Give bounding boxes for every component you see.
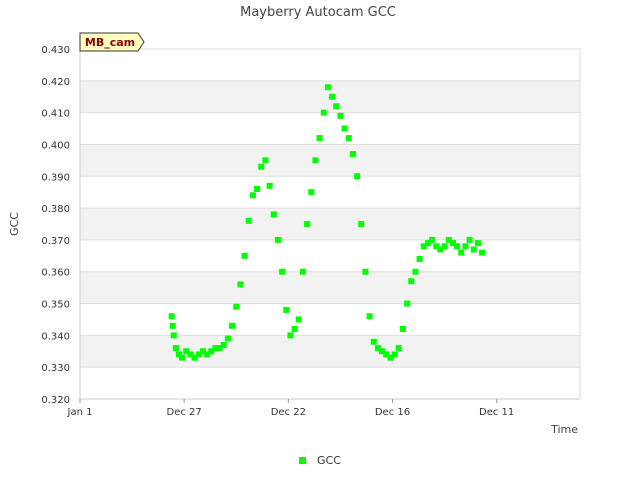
- gcc-point: [168, 313, 175, 320]
- gcc-point: [266, 182, 273, 189]
- gcc-point: [170, 332, 177, 339]
- legend-label: GCC: [317, 454, 341, 467]
- gcc-point: [416, 256, 423, 262]
- camera-badge: MB_cam: [79, 32, 145, 52]
- gcc-point: [229, 322, 236, 329]
- gcc-point: [404, 300, 411, 307]
- gcc-point: [391, 351, 398, 358]
- y-tick-label: 0.410: [41, 109, 70, 120]
- gcc-point: [316, 135, 323, 142]
- y-tick-labels: 0.320 0.330 0.340 0.350 0.360 0.370 0.380 0.390…: [41, 45, 70, 406]
- gcc-point: [295, 316, 302, 323]
- x-tick-label: Dec 27: [167, 407, 202, 418]
- x-tick-label: Dec 16: [375, 407, 410, 418]
- gcc-point: [349, 151, 356, 157]
- legend-marker: [299, 457, 306, 464]
- gcc-point: [320, 109, 327, 116]
- gcc-point: [270, 211, 277, 218]
- gcc-point: [329, 93, 336, 100]
- gcc-point: [308, 189, 315, 196]
- gcc-point: [354, 173, 361, 180]
- grid-band: [80, 208, 580, 240]
- gcc-point: [366, 313, 373, 320]
- gcc-point: [362, 268, 369, 275]
- chart-title: Mayberry Autocam GCC: [240, 5, 396, 20]
- gcc-point: [345, 135, 352, 142]
- gcc-point: [462, 243, 469, 250]
- y-tick-label: 0.430: [41, 45, 70, 56]
- gcc-point: [172, 345, 179, 352]
- y-tick-label: 0.350: [41, 300, 70, 311]
- grid-band: [80, 144, 580, 177]
- gcc-point: [258, 163, 265, 170]
- gcc-point: [274, 236, 281, 243]
- gcc-point: [224, 335, 231, 342]
- chart-container: Mayberry Autocam GCC 0.320 0.330 0.340 0.35…: [0, 0, 640, 480]
- gcc-point: [312, 157, 319, 164]
- gcc-point: [429, 236, 436, 243]
- gcc-point: [262, 157, 269, 164]
- y-tick-label: 0.340: [41, 331, 70, 342]
- gcc-point: [441, 243, 448, 250]
- gcc-point: [341, 125, 348, 132]
- gcc-point: [291, 326, 298, 332]
- camera-badge-label: MB_cam: [85, 36, 135, 49]
- gcc-point: [169, 322, 176, 329]
- gcc-point: [479, 249, 486, 256]
- gcc-point: [233, 303, 240, 310]
- gcc-point: [179, 354, 186, 361]
- gcc-point: [458, 249, 465, 256]
- y-tick-label: 0.400: [41, 140, 70, 151]
- x-tick-label: Dec 22: [271, 407, 306, 418]
- gcc-point: [333, 103, 340, 110]
- x-axis-label: Time: [550, 423, 578, 436]
- gcc-point: [220, 341, 227, 348]
- gcc-point: [279, 268, 286, 275]
- gcc-point: [470, 246, 477, 253]
- gcc-point: [249, 192, 256, 199]
- gcc-point: [324, 84, 331, 91]
- y-tick-label: 0.390: [41, 172, 70, 183]
- gcc-point: [245, 217, 252, 224]
- gcc-point: [287, 332, 294, 339]
- y-tick-label: 0.330: [41, 363, 70, 374]
- gcc-point: [254, 186, 261, 192]
- gcc-point: [408, 278, 415, 285]
- grid-band: [80, 271, 580, 304]
- gcc-point: [412, 268, 419, 275]
- gcc-point: [399, 326, 406, 332]
- grid-band: [80, 335, 580, 368]
- legend: GCC: [299, 454, 341, 467]
- y-tick-label: 0.380: [41, 204, 70, 215]
- y-tick-label: 0.360: [41, 268, 70, 279]
- gcc-point: [370, 338, 377, 345]
- y-tick-label: 0.320: [41, 395, 70, 406]
- chart-svg: Mayberry Autocam GCC 0.320 0.330 0.340 0.35…: [8, 5, 581, 467]
- y-axis-label: GCC: [8, 212, 21, 236]
- gcc-point: [454, 243, 461, 250]
- gcc-point: [241, 252, 248, 259]
- x-tick-label: Jan 1: [67, 407, 93, 418]
- gcc-point: [283, 306, 290, 313]
- y-tick-label: 0.420: [41, 77, 70, 88]
- gcc-point: [237, 281, 244, 288]
- gcc-point: [337, 112, 344, 119]
- gcc-point: [299, 268, 306, 275]
- x-tick-label: Dec 11: [479, 407, 514, 418]
- gcc-point: [304, 221, 311, 227]
- gcc-point: [466, 236, 473, 243]
- gcc-point: [358, 221, 365, 227]
- gcc-point: [474, 240, 481, 247]
- y-tick-label: 0.370: [41, 236, 70, 247]
- x-tick-labels: Jan 1 Dec 27 Dec 22 Dec 16 Dec 11: [67, 407, 515, 418]
- grid-bands: [80, 80, 580, 368]
- gcc-point: [395, 345, 402, 352]
